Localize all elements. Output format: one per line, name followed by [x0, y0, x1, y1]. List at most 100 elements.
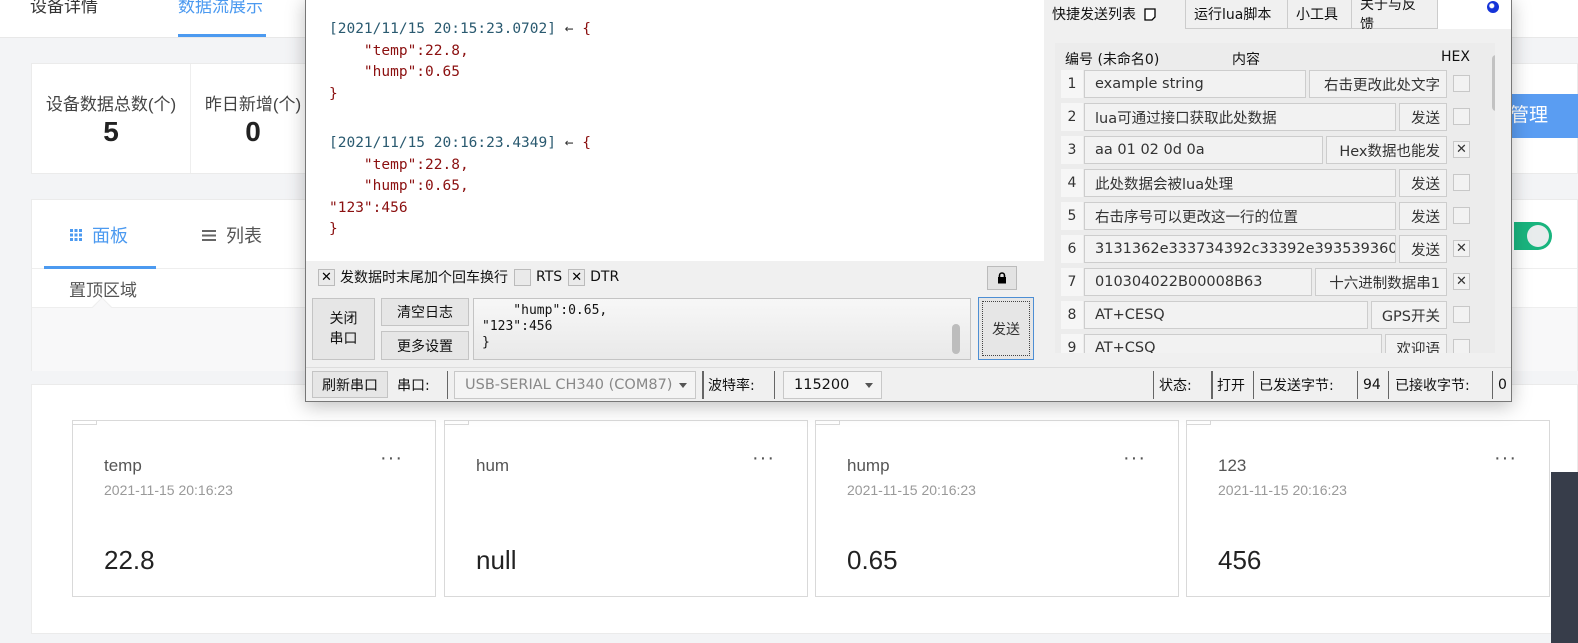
row-send-button[interactable]: 欢迎语: [1385, 334, 1447, 353]
row-number[interactable]: 1: [1061, 70, 1083, 98]
row-content[interactable]: lua可通过接口获取此处数据: [1084, 103, 1396, 131]
hex-checkbox[interactable]: [1453, 339, 1470, 353]
row-content[interactable]: 3131362e333734392c33392e3935393600: [1084, 235, 1396, 263]
send-button[interactable]: 发送: [978, 297, 1034, 360]
stat-value: 5: [103, 116, 119, 147]
dtr-checkbox[interactable]: [568, 268, 586, 286]
options-row: 发数据时末尾加个回车换行 RTS DTR: [318, 267, 625, 287]
separator: [1211, 371, 1213, 399]
row-send-button[interactable]: Hex数据也能发: [1326, 136, 1447, 164]
row-number[interactable]: 5: [1061, 202, 1083, 230]
tab-about[interactable]: 关于与反馈: [1352, 0, 1438, 33]
append-newline-checkbox[interactable]: [318, 268, 335, 286]
data-card[interactable]: 123 2021-11-15 20:16:23 456 ···: [1186, 420, 1550, 597]
note-icon: [1144, 7, 1156, 21]
hex-checkbox[interactable]: [1453, 240, 1470, 257]
refresh-port-button[interactable]: 刷新串口: [312, 371, 388, 398]
row-content[interactable]: AT+CESQ: [1084, 301, 1368, 329]
tab-list-view[interactable]: 列表: [202, 222, 262, 248]
row-number[interactable]: 9: [1061, 334, 1083, 353]
row-content[interactable]: 此处数据会被lua处理: [1084, 169, 1396, 197]
sent-bytes-label: 已发送字节:: [1259, 378, 1334, 394]
data-card[interactable]: temp 2021-11-15 20:16:23 22.8 ···: [72, 420, 436, 597]
send-data-value: "hump":0.65, "123":456 }: [482, 303, 608, 350]
scrollbar[interactable]: [952, 324, 960, 354]
row-send-button[interactable]: 发送: [1399, 103, 1447, 131]
row-number[interactable]: 2: [1061, 103, 1083, 131]
card-value: 456: [1218, 545, 1262, 575]
baud-select[interactable]: 115200: [783, 371, 882, 399]
row-send-button[interactable]: 右击更改此处文字: [1309, 70, 1447, 98]
row-number[interactable]: 8: [1061, 301, 1083, 329]
card-value: 0.65: [847, 545, 898, 575]
hex-checkbox[interactable]: [1453, 75, 1470, 92]
hex-checkbox[interactable]: [1453, 207, 1470, 224]
tab-label: 列表: [226, 226, 262, 246]
tab-quick-send[interactable]: 快捷发送列表: [1044, 0, 1186, 29]
port-label: 串口:: [397, 378, 430, 394]
send-data-input[interactable]: "hump":0.65, "123":456 }: [473, 298, 971, 360]
row-number[interactable]: 4: [1061, 169, 1083, 197]
row-content[interactable]: 010304022B00008B63: [1084, 268, 1312, 296]
row-send-button[interactable]: 十六进制数据串1: [1315, 268, 1447, 296]
cards-panel: temp 2021-11-15 20:16:23 22.8 ··· hum nu…: [31, 384, 1578, 634]
row-send-button[interactable]: GPS开关: [1371, 301, 1447, 329]
more-icon[interactable]: ···: [752, 447, 775, 470]
quick-send-row: 2 lua可通过接口获取此处数据 发送: [1061, 103, 1470, 133]
row-number[interactable]: 3: [1061, 136, 1083, 164]
separator: [1388, 371, 1389, 399]
tab-device-details[interactable]: 设备详情: [30, 0, 98, 17]
data-card[interactable]: hum null ···: [444, 420, 808, 597]
row-number[interactable]: 7: [1061, 268, 1083, 296]
tab-tools[interactable]: 小工具: [1288, 0, 1352, 29]
row-send-button[interactable]: 发送: [1399, 202, 1447, 230]
close-port-button[interactable]: 关闭 串口: [312, 298, 375, 360]
card-name: 123: [1218, 456, 1247, 475]
log-area[interactable]: [2021/11/15 20:15:23.0702] ← { "temp":22…: [306, 0, 1044, 261]
hex-checkbox[interactable]: [1453, 174, 1470, 191]
hex-checkbox[interactable]: [1453, 108, 1470, 125]
log-line: "123":456: [329, 199, 408, 216]
clear-log-button[interactable]: 清空日志: [381, 298, 469, 326]
side-toolbar[interactable]: [1551, 472, 1578, 643]
tab-run-lua[interactable]: 运行lua脚本: [1186, 0, 1288, 29]
header-content: 内容: [1232, 52, 1260, 68]
separator: [1253, 371, 1254, 399]
stat-label: 昨日新增(个): [204, 95, 302, 114]
data-card[interactable]: hump 2021-11-15 20:16:23 0.65 ···: [815, 420, 1179, 597]
rts-label: RTS: [536, 269, 563, 285]
lock-button[interactable]: [987, 266, 1017, 290]
row-content[interactable]: 右击序号可以更改这一行的位置: [1084, 202, 1396, 230]
more-settings-button[interactable]: 更多设置: [381, 331, 469, 360]
row-send-button[interactable]: 发送: [1399, 235, 1447, 263]
toggle-switch[interactable]: [1514, 222, 1552, 250]
more-icon[interactable]: ···: [380, 447, 403, 470]
globe-icon[interactable]: [1487, 1, 1499, 13]
quick-send-row: 7 010304022B00008B63 十六进制数据串1: [1061, 268, 1470, 298]
row-number[interactable]: 6: [1061, 235, 1083, 263]
row-content[interactable]: aa 01 02 0d 0a: [1084, 136, 1323, 164]
scrollbar[interactable]: [1492, 55, 1495, 111]
card-name: hum: [476, 456, 510, 475]
more-icon[interactable]: ···: [1123, 447, 1146, 470]
row-content[interactable]: example string: [1084, 70, 1306, 98]
tab-panel-view[interactable]: 面板: [70, 222, 128, 248]
separator: [447, 371, 448, 399]
card-name: temp: [104, 456, 142, 475]
more-icon[interactable]: ···: [1494, 447, 1517, 470]
active-tab-indicator: [178, 34, 266, 37]
port-select[interactable]: USB-SERIAL CH340 (COM87): [454, 371, 696, 399]
rts-checkbox[interactable]: [514, 268, 531, 286]
status-label: 状态:: [1159, 378, 1192, 394]
log-brace: }: [329, 85, 338, 102]
hex-checkbox[interactable]: [1453, 306, 1470, 323]
baud-label: 波特率:: [708, 378, 755, 394]
hex-checkbox[interactable]: [1453, 273, 1470, 290]
log-entry: [2021/11/15 20:16:23.4349] ← { "temp":22…: [329, 133, 1044, 241]
hex-checkbox[interactable]: [1453, 141, 1470, 158]
card-time: 2021-11-15 20:16:23: [847, 482, 976, 498]
row-send-button[interactable]: 发送: [1399, 169, 1447, 197]
dtr-label: DTR: [590, 269, 620, 285]
tab-data-stream[interactable]: 数据流展示: [178, 0, 263, 17]
row-content[interactable]: AT+CSQ: [1084, 334, 1382, 353]
